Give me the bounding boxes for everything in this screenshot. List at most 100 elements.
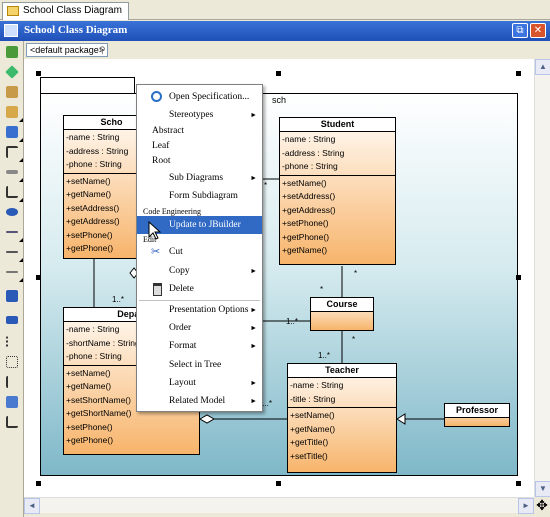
- attribute: -phone : String: [282, 161, 338, 171]
- menu-item-root[interactable]: Root: [137, 152, 262, 170]
- package-field[interactable]: <default package>: [26, 43, 109, 57]
- submenu-arrow-icon: ►: [250, 306, 257, 314]
- attributes-section: -name : String -address : String -phone …: [280, 132, 395, 176]
- scroll-down-button[interactable]: ▼: [535, 481, 550, 497]
- note-tool[interactable]: [4, 334, 20, 350]
- dependency-tool[interactable]: [4, 244, 23, 262]
- anchor-tool[interactable]: [4, 374, 20, 390]
- vertical-scrollbar[interactable]: ▲ ▼: [534, 59, 550, 497]
- submenu-arrow-icon: ►: [250, 324, 257, 332]
- class-professor[interactable]: Professor: [444, 403, 510, 427]
- submenu-arrow-icon: ►: [250, 342, 257, 350]
- diagram-icon: [7, 6, 19, 16]
- select-pointer-tool[interactable]: [4, 44, 20, 60]
- class-course[interactable]: Course: [310, 297, 374, 331]
- class-name: Teacher: [288, 364, 396, 378]
- multiplicity-label: 1..*: [112, 295, 125, 304]
- window-titlebar: School Class Diagram ⧉ ✕: [0, 21, 550, 41]
- menu-item-label: Layout: [169, 378, 196, 388]
- class-name: Course: [311, 298, 373, 312]
- menu-item-sub-diagrams[interactable]: Sub Diagrams ►: [137, 169, 262, 187]
- association-tool[interactable]: [4, 164, 23, 182]
- scroll-up-button[interactable]: ▲: [535, 59, 550, 75]
- operations-section: +setName() +setAddress() +getAddress() +…: [280, 176, 395, 259]
- usage-tool[interactable]: [4, 264, 23, 282]
- diamond-tool[interactable]: [4, 64, 20, 80]
- magnifier-icon: [151, 91, 162, 102]
- operation: +getName(): [290, 423, 336, 434]
- multiplicity-label: 1..*: [286, 317, 299, 326]
- operation: +setTitle(): [290, 450, 328, 461]
- submenu-arrow-icon: ►: [250, 379, 257, 387]
- diagram-window-icon: [4, 24, 18, 37]
- class-teacher[interactable]: Teacher -name : String -title : String +…: [287, 363, 397, 473]
- scroll-left-button[interactable]: ◄: [24, 498, 40, 514]
- menu-item-label: Copy: [169, 266, 190, 276]
- menu-item-label: Format: [169, 341, 197, 351]
- instance-tool[interactable]: [4, 288, 20, 304]
- scroll-right-button[interactable]: ►: [518, 498, 534, 514]
- tab-label: School Class Diagram: [23, 5, 122, 16]
- menu-item-form-subdiagram[interactable]: Form Subdiagram: [137, 187, 262, 205]
- subsystem-tool[interactable]: [4, 394, 20, 410]
- menu-item-label: Open Specification...: [169, 92, 250, 102]
- operation: +setPhone(): [282, 218, 329, 228]
- menu-item-order[interactable]: Order ►: [137, 319, 262, 337]
- enumeration-tool[interactable]: [4, 312, 20, 328]
- menu-item-label: Leaf: [152, 141, 170, 151]
- realization-tool[interactable]: [4, 224, 23, 242]
- menu-item-related-model[interactable]: Related Model ►: [137, 392, 262, 410]
- window-title: School Class Diagram: [24, 24, 128, 36]
- generalization-tool[interactable]: [4, 144, 23, 162]
- constraint-tool[interactable]: [4, 354, 20, 370]
- menu-item-label: Form Subdiagram: [169, 191, 238, 201]
- submenu-arrow-icon: ►: [250, 174, 257, 182]
- menu-item-cut[interactable]: ✂ Cut: [137, 243, 262, 261]
- menu-item-label: Update to JBuilder: [169, 220, 241, 230]
- menu-item-label: Cut: [169, 247, 183, 257]
- horizontal-scrollbar[interactable]: ◄ ►: [24, 497, 534, 514]
- operation: +getPhone(): [282, 231, 330, 242]
- menu-item-delete[interactable]: Delete: [137, 280, 262, 298]
- tab-school-class-diagram[interactable]: School Class Diagram: [2, 2, 129, 20]
- trash-icon: [153, 283, 162, 296]
- section-header-code-engineering: Code Engineering: [143, 207, 201, 216]
- magnifier-icon[interactable]: ⚲: [99, 45, 106, 56]
- menu-item-format[interactable]: Format ►: [137, 337, 262, 355]
- aggregation-tool[interactable]: [4, 184, 23, 202]
- operation: +setName(): [282, 177, 327, 188]
- attribute: -title : String: [290, 393, 336, 404]
- format-copier-tool[interactable]: [4, 84, 20, 100]
- menu-item-label: Abstract: [152, 126, 185, 136]
- restore-button[interactable]: ⧉: [512, 23, 528, 38]
- close-button[interactable]: ✕: [530, 23, 546, 38]
- menu-item-layout[interactable]: Layout ►: [137, 374, 262, 392]
- menu-item-open-specification[interactable]: Open Specification...: [137, 88, 262, 106]
- class-student[interactable]: Student -name : String -address : String…: [279, 117, 396, 265]
- class-tool[interactable]: [4, 124, 23, 142]
- menu-item-copy[interactable]: Copy ►: [137, 262, 262, 280]
- menu-item-label: Related Model: [169, 396, 226, 406]
- class-name: Student: [280, 118, 395, 132]
- containment-tool[interactable]: [4, 414, 20, 430]
- mouse-pointer-icon: [148, 221, 162, 240]
- menu-item-select-in-tree[interactable]: Select in Tree: [137, 356, 262, 374]
- pan-navigator-icon[interactable]: ✥: [534, 497, 550, 513]
- attribute: -name : String: [290, 380, 344, 390]
- attribute: -address : String: [282, 147, 345, 158]
- diagram-canvas[interactable]: sch Scho -name : String -address : Strin…: [24, 59, 544, 497]
- diagram-toolbar: [0, 41, 24, 517]
- package-tool[interactable]: [4, 104, 23, 122]
- operation: +setName(): [290, 410, 335, 420]
- operation: +getTitle(): [290, 437, 329, 447]
- interface-tool[interactable]: [4, 204, 20, 220]
- menu-item-label: Delete: [169, 284, 194, 294]
- attribute: -name : String: [282, 134, 336, 144]
- operation: +getName(): [282, 245, 328, 255]
- menu-item-label: Order: [169, 323, 192, 333]
- submenu-arrow-icon: ►: [250, 397, 257, 405]
- menu-item-label: Sub Diagrams: [169, 173, 224, 183]
- operation: +getAddress(): [282, 204, 336, 215]
- menu-item-presentation-options[interactable]: Presentation Options ►: [137, 301, 262, 319]
- multiplicity-label: *: [320, 285, 324, 294]
